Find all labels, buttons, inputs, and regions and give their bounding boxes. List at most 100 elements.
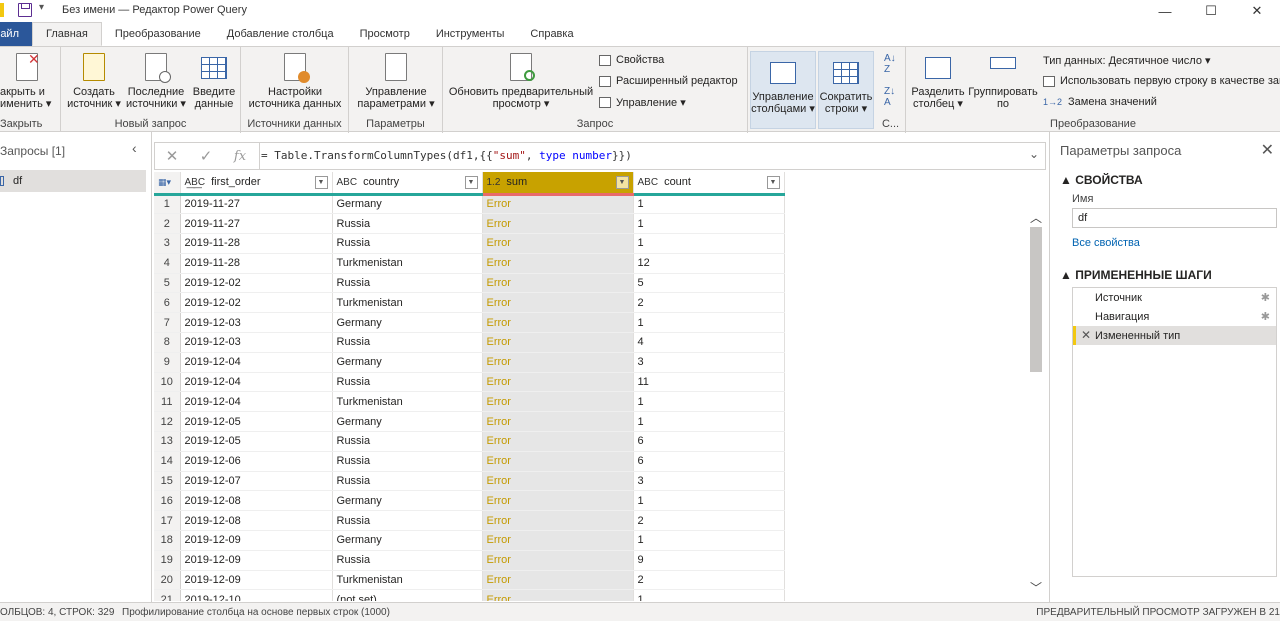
all-properties-link[interactable]: Все свойства xyxy=(1072,237,1140,249)
tab-transform[interactable]: Преобразование xyxy=(102,22,214,46)
cell-count[interactable]: 1 xyxy=(633,530,785,551)
filter-dropdown-icon[interactable]: ▼ xyxy=(464,176,478,189)
cell-first_order[interactable]: 2019-12-04 xyxy=(180,391,333,413)
column-header-count[interactable]: ABC count ▼ xyxy=(633,172,785,196)
cell-sum[interactable]: Error xyxy=(482,273,634,294)
close-apply-button[interactable]: ✕ акрыть и именить ▾ xyxy=(0,51,58,110)
advanced-editor-item[interactable]: Расширенный редактор xyxy=(599,75,738,87)
cell-country[interactable]: Russia xyxy=(332,451,483,472)
tab-help[interactable]: Справка xyxy=(517,22,586,46)
reduce-rows-button[interactable]: Сократить строки ▾ xyxy=(818,51,874,129)
cell-sum[interactable]: Error xyxy=(482,570,634,591)
cell-country[interactable]: Turkmenistan xyxy=(332,570,483,591)
cell-first_order[interactable]: 2019-11-27 xyxy=(180,213,333,235)
column-header-country[interactable]: ABC country ▼ xyxy=(332,172,483,196)
cell-first_order[interactable]: 2019-12-02 xyxy=(180,292,333,314)
query-name-input[interactable]: df xyxy=(1072,208,1277,228)
cell-first_order[interactable]: 2019-12-09 xyxy=(180,530,333,551)
tab-file[interactable]: айл xyxy=(0,22,32,46)
cell-country[interactable]: Russia xyxy=(332,372,483,393)
tab-tools[interactable]: Инструменты xyxy=(423,22,518,46)
cell-country[interactable]: Germany xyxy=(332,312,483,334)
cell-sum[interactable]: Error xyxy=(482,490,634,512)
cell-first_order[interactable]: 2019-12-10 xyxy=(180,589,333,601)
scroll-up-icon[interactable]: ︿ xyxy=(1030,209,1042,226)
column-header-first_order[interactable]: A͟B͟C first_order ▼ xyxy=(180,172,333,196)
step-source[interactable]: Источник ✱ xyxy=(1073,288,1276,307)
properties-section[interactable]: ▲ СВОЙСТВА xyxy=(1060,173,1143,187)
group-by-button[interactable]: Группировать по xyxy=(966,51,1040,110)
cell-sum[interactable]: Error xyxy=(482,411,634,433)
cell-sum[interactable]: Error xyxy=(482,431,634,452)
cell-first_order[interactable]: 2019-12-05 xyxy=(180,431,333,452)
cell-sum[interactable]: Error xyxy=(482,451,634,472)
manage-parameters-button[interactable]: Управление параметрами ▾ xyxy=(353,51,439,110)
close-settings-icon[interactable]: ✕ xyxy=(1261,140,1274,160)
cell-country[interactable]: Russia xyxy=(332,273,483,294)
manage-columns-button[interactable]: Управление столбцами ▾ xyxy=(750,51,816,129)
grid-vertical-scrollbar[interactable]: ︿ ﹀ xyxy=(1028,205,1045,600)
recent-sources-button[interactable]: Последние источники ▾ xyxy=(125,51,187,110)
cell-country[interactable]: Turkmenistan xyxy=(332,253,483,274)
cell-count[interactable]: 1 xyxy=(633,194,785,215)
cell-count[interactable]: 2 xyxy=(633,570,785,591)
column-header-sum[interactable]: 1.2 sum ▼ xyxy=(482,172,634,196)
manage-item[interactable]: Управление ▾ xyxy=(599,96,686,109)
properties-item[interactable]: Свойства xyxy=(599,54,664,66)
cell-count[interactable]: 1 xyxy=(633,411,785,433)
status-profiling[interactable]: Профилирование столбца на основе первых … xyxy=(122,607,390,618)
cell-sum[interactable]: Error xyxy=(482,550,634,571)
formula-input[interactable]: = Table.TransformColumnTypes(df1,{{"sum"… xyxy=(261,149,632,162)
enter-data-button[interactable]: Введите данные xyxy=(189,51,239,110)
cell-first_order[interactable]: 2019-12-04 xyxy=(180,372,333,393)
cell-sum[interactable]: Error xyxy=(482,332,634,353)
cell-first_order[interactable]: 2019-11-27 xyxy=(180,194,333,215)
data-type-dropdown[interactable]: Тип данных: Десятичное число ▾ xyxy=(1043,54,1211,67)
collapse-queries-icon[interactable]: ‹ xyxy=(132,140,137,156)
cell-first_order[interactable]: 2019-12-08 xyxy=(180,490,333,512)
cell-count[interactable]: 12 xyxy=(633,253,785,274)
table-corner-menu[interactable]: ▦▾ xyxy=(154,172,181,196)
cell-sum[interactable]: Error xyxy=(482,233,634,254)
cell-count[interactable]: 11 xyxy=(633,372,785,393)
cell-count[interactable]: 1 xyxy=(633,490,785,512)
cell-first_order[interactable]: 2019-12-09 xyxy=(180,550,333,571)
cell-country[interactable]: Russia xyxy=(332,213,483,235)
cell-count[interactable]: 3 xyxy=(633,352,785,373)
cell-country[interactable]: Turkmenistan xyxy=(332,391,483,413)
cell-first_order[interactable]: 2019-12-04 xyxy=(180,352,333,373)
cell-country[interactable]: Russia xyxy=(332,332,483,353)
cell-first_order[interactable]: 2019-12-08 xyxy=(180,510,333,532)
cell-count[interactable]: 5 xyxy=(633,273,785,294)
cell-sum[interactable]: Error xyxy=(482,372,634,393)
quick-access-dropdown[interactable]: ▾ xyxy=(39,2,44,13)
filter-dropdown-icon[interactable]: ▼ xyxy=(766,176,780,189)
cell-country[interactable]: Germany xyxy=(332,490,483,512)
applied-steps-section[interactable]: ▲ ПРИМЕНЕННЫЕ ШАГИ xyxy=(1060,268,1212,282)
split-column-button[interactable]: Разделить столбец ▾ xyxy=(910,51,966,110)
cell-count[interactable]: 4 xyxy=(633,332,785,353)
cancel-formula-icon[interactable]: ✕ xyxy=(155,147,189,165)
cell-first_order[interactable]: 2019-12-05 xyxy=(180,411,333,433)
sort-icon[interactable]: A↓ Z Z↓ A xyxy=(884,53,896,108)
cell-sum[interactable]: Error xyxy=(482,471,634,492)
cell-country[interactable]: Russia xyxy=(332,431,483,452)
cell-sum[interactable]: Error xyxy=(482,510,634,532)
cell-country[interactable]: Russia xyxy=(332,471,483,492)
cell-country[interactable]: Germany xyxy=(332,411,483,433)
cell-country[interactable]: Turkmenistan xyxy=(332,292,483,314)
cell-count[interactable]: 1 xyxy=(633,589,785,601)
cell-sum[interactable]: Error xyxy=(482,253,634,274)
use-first-row-item[interactable]: Использовать первую строку в качестве за… xyxy=(1043,75,1280,87)
replace-values-item[interactable]: 1→2 Замена значений xyxy=(1043,96,1157,108)
cell-sum[interactable]: Error xyxy=(482,213,634,235)
gear-icon[interactable]: ✱ xyxy=(1261,291,1270,304)
cell-sum[interactable]: Error xyxy=(482,352,634,373)
new-source-button[interactable]: Создать источник ▾ xyxy=(65,51,123,110)
cell-sum[interactable]: Error xyxy=(482,292,634,314)
cell-sum[interactable]: Error xyxy=(482,312,634,334)
cell-count[interactable]: 2 xyxy=(633,510,785,532)
close-window-button[interactable]: ✕ xyxy=(1234,0,1280,22)
cell-first_order[interactable]: 2019-12-09 xyxy=(180,570,333,591)
cell-count[interactable]: 6 xyxy=(633,451,785,472)
